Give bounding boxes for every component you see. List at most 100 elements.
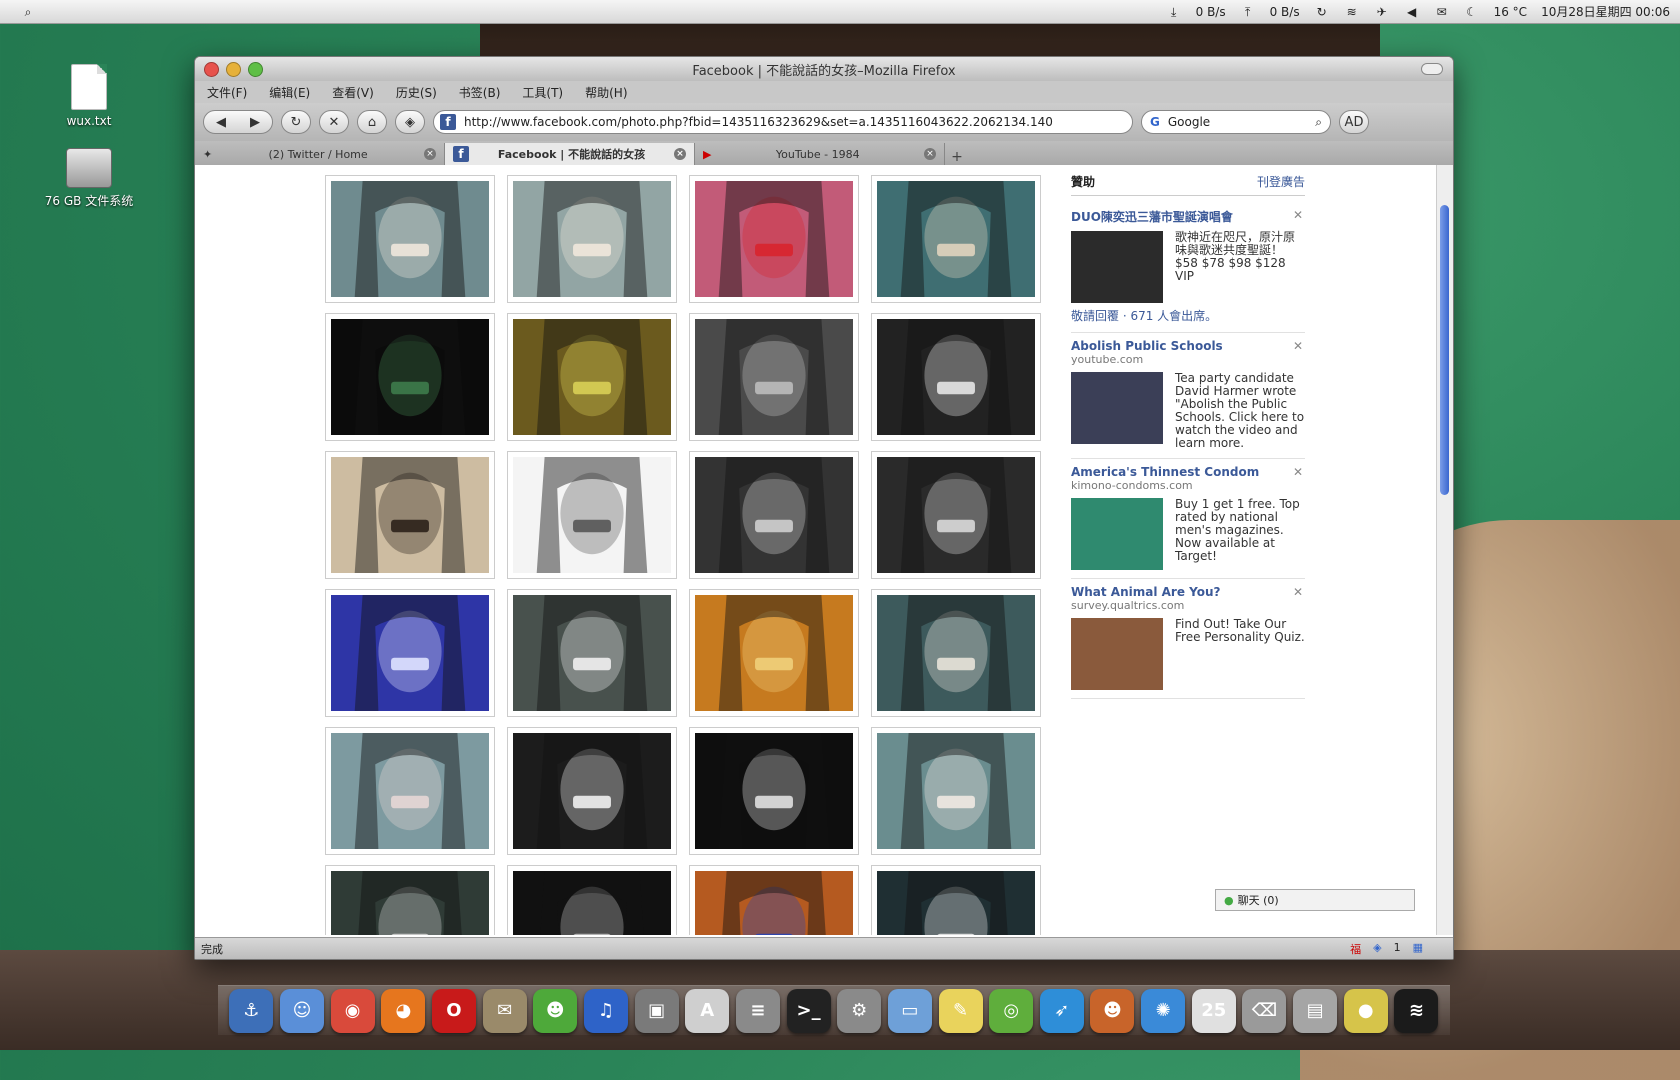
- ad-title[interactable]: Abolish Public Schools: [1071, 339, 1305, 353]
- ap-status-icon[interactable]: ◈: [1373, 941, 1381, 957]
- desktop-file-wux[interactable]: wux.txt: [34, 64, 144, 128]
- photo-thumbnail[interactable]: [871, 449, 1041, 579]
- photo-thumbnail[interactable]: [325, 173, 495, 303]
- disk-icon[interactable]: ▤: [1293, 988, 1338, 1033]
- create-ad-link[interactable]: 刊登廣告: [1257, 173, 1305, 190]
- photo-thumbnail[interactable]: [689, 173, 859, 303]
- close-icon[interactable]: ✕: [1293, 585, 1303, 599]
- photo-thumbnail[interactable]: [507, 863, 677, 935]
- menu-history[interactable]: 历史(S): [396, 84, 437, 101]
- ad-title[interactable]: DUO陳奕迅三藩市聖誕演唱會: [1071, 208, 1305, 225]
- photo-thumbnail[interactable]: [871, 587, 1041, 717]
- fortune-icon[interactable]: 福: [1350, 941, 1361, 957]
- menu-edit[interactable]: 编辑(E): [269, 84, 310, 101]
- swirl-icon[interactable]: ✺: [1141, 988, 1186, 1033]
- trash-icon[interactable]: ⌫: [1242, 988, 1287, 1033]
- terminal-icon[interactable]: >_: [786, 988, 831, 1033]
- menu-tools[interactable]: 工具(T): [522, 84, 563, 101]
- translate-icon[interactable]: ▦: [1413, 941, 1423, 957]
- sponsored-ad[interactable]: America's Thinnest Condom ✕ kimono-condoms…: [1071, 459, 1305, 579]
- ad-rsvp-link[interactable]: 敬請回覆 · 671 人會出席。: [1071, 307, 1305, 324]
- textedit-icon[interactable]: A: [685, 988, 730, 1033]
- chrome-icon[interactable]: ◉: [330, 988, 375, 1033]
- folder-icon[interactable]: ▭: [887, 988, 932, 1033]
- close-icon[interactable]: ✕: [1293, 465, 1303, 479]
- titlebar[interactable]: Facebook | 不能說話的女孩–Mozilla Firefox: [195, 57, 1453, 81]
- sync-icon[interactable]: ↻: [1314, 5, 1330, 19]
- itunes-icon[interactable]: ♫: [583, 988, 628, 1033]
- photo-thumbnail[interactable]: [507, 311, 677, 441]
- anchor-icon[interactable]: ⚓: [229, 988, 274, 1033]
- toolbar-toggle-button[interactable]: [1421, 63, 1443, 75]
- ubuntu-icon[interactable]: ◎: [989, 988, 1034, 1033]
- finder-icon[interactable]: ☺: [279, 988, 324, 1033]
- vertical-scrollbar[interactable]: [1436, 165, 1453, 935]
- tab-youtube[interactable]: ▶ YouTube - 1984 ×: [695, 143, 945, 165]
- wifi-status-icon[interactable]: ≋: [1344, 5, 1360, 19]
- orb-icon[interactable]: ●: [1343, 988, 1388, 1033]
- close-tab-icon[interactable]: ×: [674, 148, 686, 160]
- photo-thumbnail[interactable]: [325, 725, 495, 855]
- calculator-icon[interactable]: ≡: [735, 988, 780, 1033]
- photo-thumbnail[interactable]: [689, 725, 859, 855]
- photo-thumbnail[interactable]: [325, 449, 495, 579]
- photo-thumbnail[interactable]: [507, 449, 677, 579]
- forward-arrow-icon[interactable]: ▶: [250, 115, 260, 130]
- photo-thumbnail[interactable]: [325, 863, 495, 935]
- menu-bookmarks[interactable]: 书签(B): [459, 84, 501, 101]
- preview-icon[interactable]: ▣: [634, 988, 679, 1033]
- ad-button[interactable]: AD: [1339, 110, 1369, 134]
- photo-thumbnail[interactable]: [871, 311, 1041, 441]
- menu-view[interactable]: 查看(V): [332, 84, 374, 101]
- red-panda-icon[interactable]: ☻: [1090, 988, 1135, 1033]
- mail-stamp-icon[interactable]: ✉: [482, 988, 527, 1033]
- opera-icon[interactable]: O: [431, 988, 476, 1033]
- addon-button[interactable]: ◈: [395, 110, 425, 134]
- back-arrow-icon[interactable]: ◀: [216, 115, 226, 130]
- close-tab-icon[interactable]: ×: [924, 148, 936, 160]
- ad-image[interactable]: [1071, 618, 1163, 690]
- scrollbar-thumb[interactable]: [1440, 205, 1449, 495]
- close-icon[interactable]: ✕: [1293, 208, 1303, 222]
- desktop-disk[interactable]: 76 GB 文件系统: [34, 148, 144, 209]
- photo-thumbnail[interactable]: [507, 587, 677, 717]
- clock[interactable]: 10月28日星期四 00:06: [1541, 3, 1670, 20]
- ad-image[interactable]: [1071, 231, 1163, 303]
- bird-icon[interactable]: ➶: [1039, 988, 1084, 1033]
- photo-thumbnail[interactable]: [507, 173, 677, 303]
- adium-icon[interactable]: ☻: [533, 988, 578, 1033]
- photo-thumbnail[interactable]: [325, 587, 495, 717]
- sponsored-ad[interactable]: What Animal Are You? ✕ survey.qualtrics.co…: [1071, 579, 1305, 699]
- tab-facebook[interactable]: f Facebook | 不能說話的女孩 ×: [445, 143, 695, 165]
- search-box[interactable]: G Google ⌕: [1141, 110, 1331, 134]
- url-bar[interactable]: f http://www.facebook.com/photo.php?fbid…: [433, 110, 1133, 134]
- photo-thumbnail[interactable]: [689, 449, 859, 579]
- firefox-icon[interactable]: ◕: [381, 988, 426, 1033]
- pin-icon[interactable]: ✈: [1374, 5, 1390, 19]
- menu-file[interactable]: 文件(F): [207, 84, 247, 101]
- system-prefs-icon[interactable]: ⚙: [837, 988, 882, 1033]
- google-icon[interactable]: G: [1150, 115, 1160, 129]
- photo-thumbnail[interactable]: [689, 863, 859, 935]
- ad-title[interactable]: America's Thinnest Condom: [1071, 465, 1305, 479]
- chat-bar[interactable]: ● 聊天 (0): [1215, 889, 1415, 911]
- photo-thumbnail[interactable]: [871, 173, 1041, 303]
- reload-button[interactable]: ↻: [281, 110, 311, 134]
- search-icon[interactable]: ⌕: [1315, 115, 1322, 130]
- sponsored-ad[interactable]: DUO陳奕迅三藩市聖誕演唱會 ✕ 歌神近在咫尺，原汁原味與歌迷共度聖誕！$58 $7…: [1071, 202, 1305, 333]
- sponsored-ad[interactable]: Abolish Public Schools ✕ youtube.com Tea pa…: [1071, 333, 1305, 459]
- volume-icon[interactable]: ◀: [1404, 5, 1420, 19]
- home-button[interactable]: ⌂: [357, 110, 387, 134]
- photo-thumbnail[interactable]: [871, 863, 1041, 935]
- stickies-icon[interactable]: ✎: [938, 988, 983, 1033]
- photo-thumbnail[interactable]: [871, 725, 1041, 855]
- stop-button[interactable]: ✕: [319, 110, 349, 134]
- photo-thumbnail[interactable]: [507, 725, 677, 855]
- ad-title[interactable]: What Animal Are You?: [1071, 585, 1305, 599]
- mail-icon[interactable]: ✉: [1434, 5, 1450, 19]
- new-tab-button[interactable]: +: [945, 149, 969, 165]
- close-tab-icon[interactable]: ×: [424, 148, 436, 160]
- search-input[interactable]: Google: [1168, 115, 1210, 129]
- ical-icon[interactable]: 25: [1191, 988, 1236, 1033]
- url-text[interactable]: http://www.facebook.com/photo.php?fbid=1…: [464, 115, 1053, 129]
